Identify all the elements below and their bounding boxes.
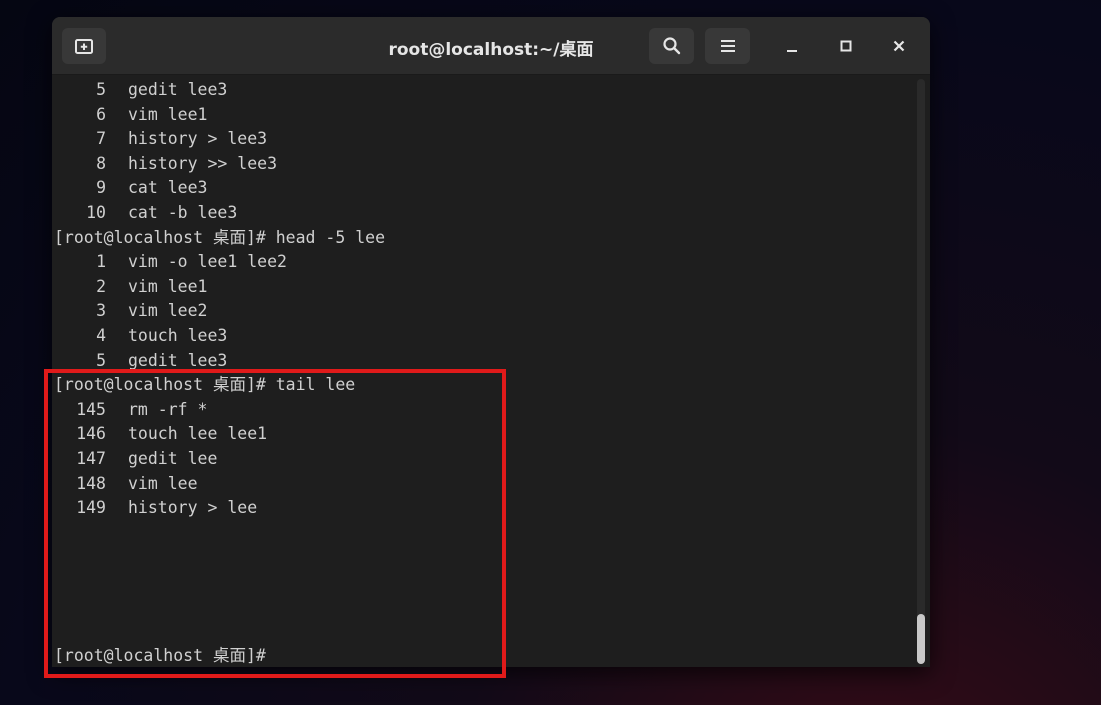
tail-output-line: 149 history > lee bbox=[76, 498, 258, 518]
head-output-line: 4 touch lee3 bbox=[96, 325, 228, 345]
search-button[interactable] bbox=[649, 28, 694, 64]
search-icon bbox=[662, 36, 682, 56]
history-line: 9 cat lee3 bbox=[96, 178, 208, 198]
head-output-line: 5 gedit lee3 bbox=[96, 350, 228, 370]
terminal-window: root@localhost:~/桌面 5 gedit lee3 6 vim l… bbox=[52, 17, 930, 667]
maximize-icon bbox=[839, 39, 853, 53]
prompt-tail-command: [root@localhost 桌面]# tail lee bbox=[54, 375, 356, 395]
menu-button[interactable] bbox=[705, 28, 750, 64]
scrollbar-thumb[interactable] bbox=[917, 614, 925, 664]
minimize-button[interactable] bbox=[777, 31, 807, 61]
tail-output-line: 147 gedit lee bbox=[76, 448, 218, 468]
history-line: 6 vim lee1 bbox=[96, 104, 208, 124]
head-output-line: 2 vim lee1 bbox=[96, 276, 208, 296]
new-tab-button[interactable] bbox=[62, 28, 106, 64]
head-output-line: 1 vim -o lee1 lee2 bbox=[96, 252, 287, 272]
tail-output-line: 146 touch lee lee1 bbox=[76, 424, 268, 444]
history-line: 10 cat -b lee3 bbox=[86, 202, 238, 222]
history-line: 7 history > lee3 bbox=[96, 129, 268, 149]
scrollbar-track[interactable] bbox=[917, 79, 925, 664]
hamburger-menu-icon bbox=[719, 38, 737, 54]
blank-space bbox=[54, 521, 909, 644]
tail-output-line: 148 vim lee bbox=[76, 473, 198, 493]
new-tab-icon bbox=[74, 37, 94, 55]
tail-output-line: 145 rm -rf * bbox=[76, 399, 208, 419]
history-line: 8 history >> lee3 bbox=[96, 153, 278, 173]
close-icon bbox=[892, 39, 906, 53]
close-button[interactable] bbox=[884, 31, 914, 61]
current-prompt[interactable]: [root@localhost 桌面]# bbox=[54, 644, 909, 667]
terminal-output[interactable]: 5 gedit lee3 6 vim lee1 7 history > lee3 8h… bbox=[54, 78, 909, 667]
history-line: 5 gedit lee3 bbox=[96, 80, 228, 99]
title-bar: root@localhost:~/桌面 bbox=[52, 17, 930, 75]
head-output-line: 3 vim lee2 bbox=[96, 301, 208, 321]
minimize-icon bbox=[785, 39, 799, 53]
maximize-button[interactable] bbox=[831, 31, 861, 61]
prompt-head-command: [root@localhost 桌面]# head -5 lee bbox=[54, 227, 386, 247]
